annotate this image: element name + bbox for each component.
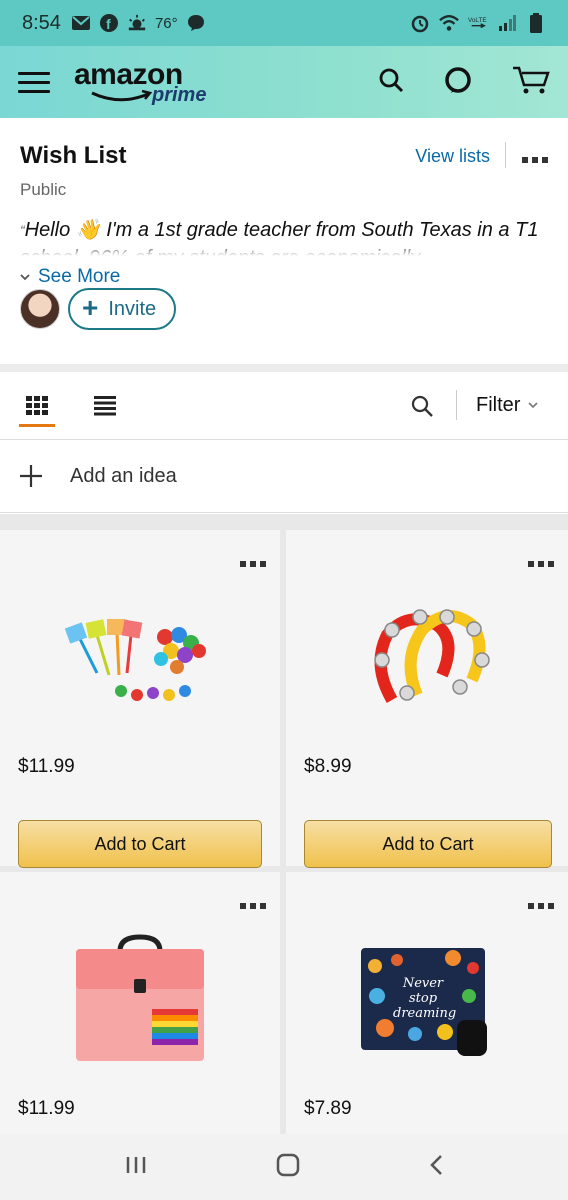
plus-icon: +: [82, 292, 99, 323]
facebook-icon: f: [99, 14, 119, 32]
more-options-icon[interactable]: [240, 896, 266, 914]
active-view-indicator: [19, 424, 55, 427]
see-more-link[interactable]: See More: [20, 266, 548, 288]
smile-arrow-icon: [91, 90, 153, 102]
wishlist-description: “Hello 👋 I'm a 1st grade teacher from So…: [20, 216, 548, 256]
more-options-icon[interactable]: [522, 150, 548, 168]
menu-icon[interactable]: [18, 66, 50, 98]
description-text: Hello 👋 I'm a 1st grade teacher from Sou…: [20, 219, 539, 256]
see-more-label: See More: [38, 266, 121, 287]
divider: [505, 142, 506, 168]
wishlist-privacy: Public: [20, 180, 67, 199]
product-card[interactable]: $8.99 Add to Cart: [286, 530, 568, 868]
temperature: 76°: [154, 14, 178, 32]
amazon-prime-logo[interactable]: amazon prime: [74, 54, 224, 110]
mail-icon: [71, 14, 91, 32]
mousepad-text: Never stop dreaming: [393, 976, 457, 1021]
logo-prime: prime: [152, 84, 207, 106]
add-to-cart-button[interactable]: Add to Cart: [304, 820, 552, 868]
add-to-cart-button[interactable]: Add to Cart: [18, 820, 262, 868]
system-nav-bar: [0, 1134, 568, 1200]
grid-view-icon[interactable]: [26, 396, 48, 421]
back-icon[interactable]: [429, 1154, 443, 1181]
status-time: 8:54: [22, 11, 61, 34]
avatar[interactable]: [20, 289, 60, 329]
alarm-icon: [410, 14, 430, 33]
product-price: $11.99: [18, 756, 75, 777]
search-list-icon[interactable]: [410, 394, 434, 423]
home-icon[interactable]: [276, 1153, 300, 1182]
more-options-icon[interactable]: [528, 896, 554, 914]
app-header: amazon prime: [0, 46, 568, 118]
product-grid: $11.99 Add to Cart $8.99 Add to Cart $11…: [0, 514, 568, 1134]
filter-button[interactable]: Filter: [476, 394, 539, 417]
volte-icon: VoLTE: [468, 14, 488, 32]
more-options-icon[interactable]: [240, 554, 266, 572]
product-card[interactable]: Never stop dreaming $7.89: [286, 872, 568, 1134]
product-card[interactable]: $11.99: [0, 872, 280, 1134]
more-options-icon[interactable]: [528, 554, 554, 572]
svg-text:f: f: [106, 16, 111, 32]
never-stop-dreaming-mousepad-image[interactable]: Never stop dreaming: [286, 932, 568, 1072]
product-price: $8.99: [304, 756, 352, 777]
view-toolbar: Filter: [0, 372, 568, 440]
product-card[interactable]: $11.99 Add to Cart: [0, 530, 280, 868]
tambourine-image[interactable]: [286, 590, 568, 730]
recent-apps-icon[interactable]: [125, 1155, 147, 1180]
wifi-icon: [439, 14, 459, 32]
chevron-down-icon: [528, 402, 539, 409]
divider: [456, 390, 457, 420]
status-bar: 8:54 f 76° VoLTE: [0, 0, 568, 46]
alexa-icon[interactable]: [444, 66, 472, 99]
invite-button[interactable]: + Invite: [68, 288, 177, 330]
section-divider: [0, 364, 568, 372]
filter-label: Filter: [476, 394, 521, 416]
battery-icon: [526, 13, 546, 33]
search-icon[interactable]: [378, 67, 404, 98]
list-view-icon[interactable]: [94, 396, 116, 421]
invite-label: Invite: [108, 297, 157, 320]
product-price: $11.99: [18, 1098, 75, 1119]
add-idea-row[interactable]: Add an idea: [0, 441, 568, 513]
product-price: $7.89: [304, 1098, 352, 1119]
weather-icon: [127, 14, 147, 32]
view-lists-link[interactable]: View lists: [415, 146, 490, 167]
wishlist-header: Wish List Public View lists “Hello 👋 I'm…: [0, 118, 568, 364]
fly-swatter-set-image[interactable]: [0, 590, 280, 730]
chat-bubble-icon: [186, 14, 206, 32]
accordion-file-folder-image[interactable]: [0, 928, 280, 1068]
add-idea-label: Add an idea: [70, 465, 177, 487]
plus-icon: [20, 457, 70, 496]
chevron-down-icon: [20, 274, 30, 281]
signal-icon: [497, 14, 517, 32]
svg-text:VoLTE: VoLTE: [468, 17, 487, 24]
cart-icon[interactable]: [512, 65, 550, 100]
